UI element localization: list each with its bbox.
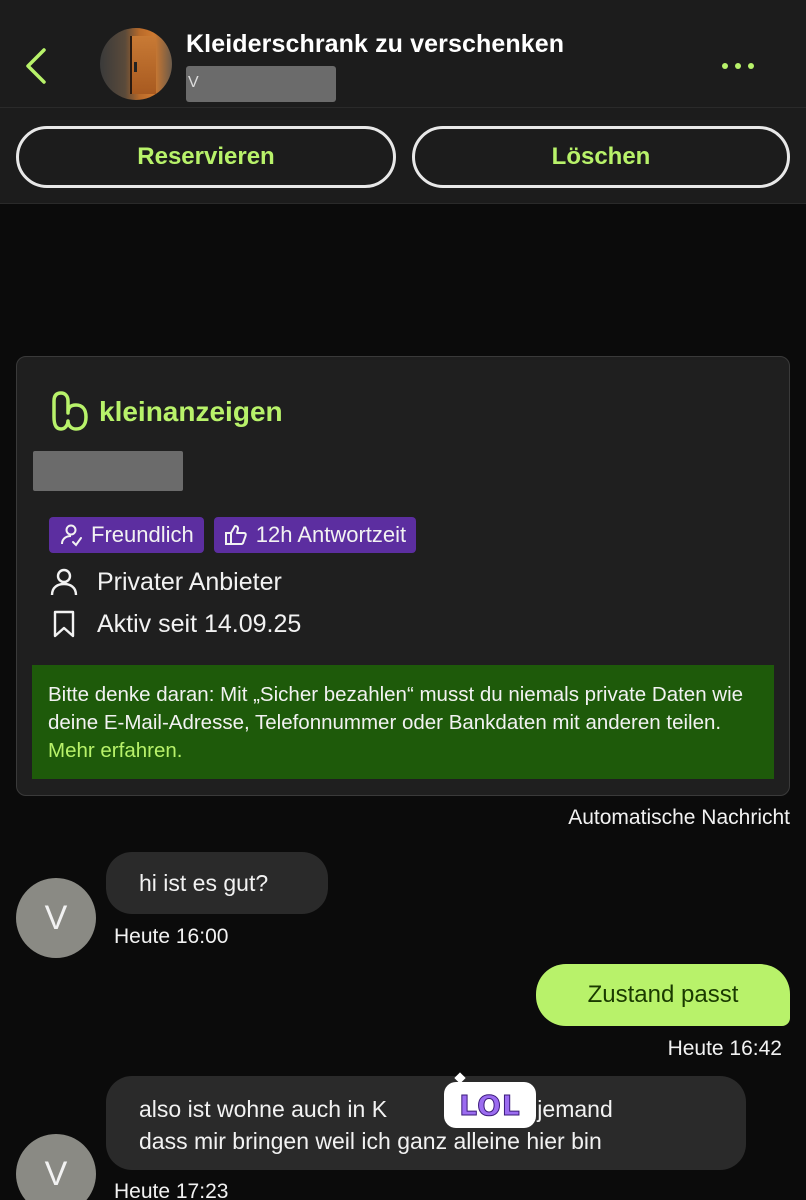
lol-sticker: LOL <box>444 1072 536 1128</box>
listing-thumbnail[interactable] <box>100 28 172 100</box>
dot-icon <box>748 63 754 69</box>
bookmark-icon <box>53 610 75 638</box>
message-text: Zustand passt <box>587 981 739 1008</box>
avatar[interactable]: V <box>16 878 96 958</box>
reserve-button[interactable]: Reservieren <box>16 126 396 188</box>
redacted-seller-name <box>33 451 183 491</box>
user-name-initial: V <box>188 74 199 91</box>
message-text: also ist wohne auch in K <box>139 1096 388 1122</box>
dot-icon <box>735 63 741 69</box>
chevron-left-icon <box>26 48 46 84</box>
person-icon <box>50 568 78 596</box>
message-time: Heute 16:42 <box>667 1037 782 1060</box>
message-text-line: also ist wohne auch in Kkann jemand <box>139 1093 746 1125</box>
message-time: Heute 16:00 <box>114 925 229 948</box>
badge-friendly: Freundlich <box>49 517 204 553</box>
seller-info-card: kleinanzeigen Freundlich 12h Antwortzeit… <box>16 356 790 796</box>
dot-icon <box>722 63 728 69</box>
seller-type-row: Privater Anbieter <box>49 567 282 597</box>
safety-notice: Bitte denke daran: Mit „Sicher bezahlen“… <box>32 665 774 779</box>
more-options-button[interactable] <box>722 56 762 76</box>
thumbs-up-icon <box>224 525 247 545</box>
badge-label: Freundlich <box>91 522 194 547</box>
message-text-line: dass mir bringen weil ich ganz alleine h… <box>139 1128 602 1154</box>
sparkle-icon <box>454 1072 466 1084</box>
active-since-text: Aktiv seit 14.09.25 <box>97 609 302 638</box>
sticker-text: LOL <box>459 1088 521 1122</box>
message-bubble-incoming: hi ist es gut? <box>106 852 328 914</box>
safety-notice-text: Bitte denke daran: Mit „Sicher bezahlen“… <box>48 683 744 734</box>
listing-title[interactable]: Kleiderschrank zu verschenken <box>186 30 564 59</box>
friendly-user-icon <box>61 524 82 547</box>
automatic-message-label: Automatische Nachricht <box>568 806 790 829</box>
chat-header: Kleiderschrank zu verschenken V <box>0 0 806 108</box>
badge-label: 12h Antwortzeit <box>255 522 407 547</box>
action-bar: Reservieren Löschen <box>0 108 806 204</box>
delete-button[interactable]: Löschen <box>412 126 790 188</box>
learn-more-link[interactable]: Mehr erfahren. <box>48 739 182 762</box>
badge-response-time: 12h Antwortzeit <box>213 517 417 553</box>
back-button[interactable] <box>20 44 54 88</box>
redacted-user-name: V <box>186 66 336 102</box>
message-bubble-outgoing: Zustand passt <box>536 964 790 1026</box>
kleinanzeigen-logo-icon <box>52 391 88 431</box>
avatar[interactable]: V <box>16 1134 96 1200</box>
badge-row: Freundlich 12h Antwortzeit <box>49 517 417 553</box>
message-bubble-incoming: also ist wohne auch in Kkann jemand dass… <box>106 1076 746 1170</box>
active-since-row: Aktiv seit 14.09.25 <box>49 609 301 639</box>
message-text: hi ist es gut? <box>139 870 269 896</box>
message-time: Heute 17:23 <box>114 1180 229 1200</box>
brand-logo: kleinanzeigen <box>51 391 283 433</box>
brand-name: kleinanzeigen <box>99 396 283 427</box>
seller-type-text: Privater Anbieter <box>97 567 282 596</box>
